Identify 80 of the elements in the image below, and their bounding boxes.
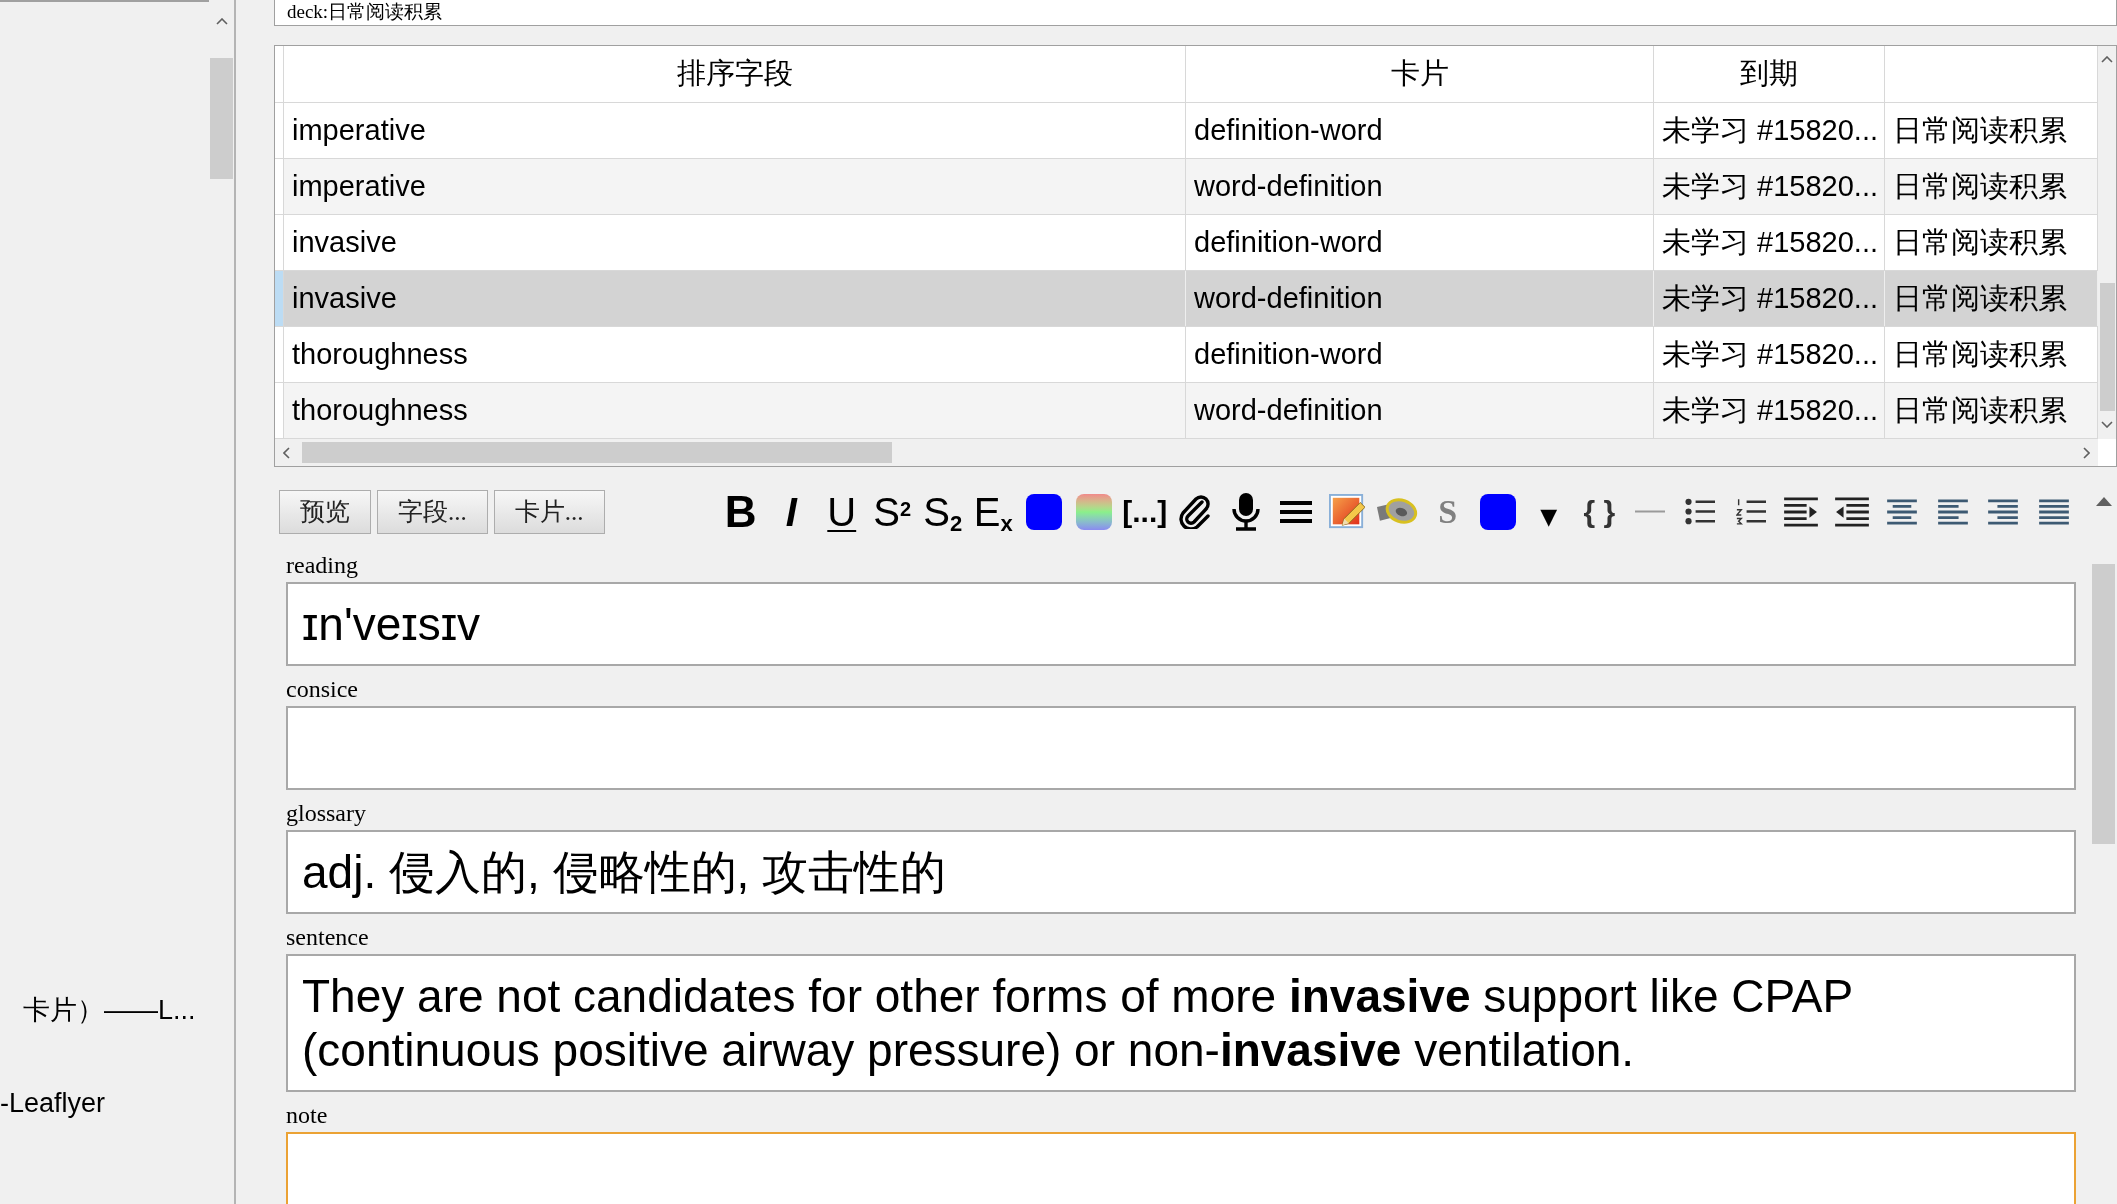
table-cell: word-definition	[1186, 383, 1654, 438]
table-cell: imperative	[284, 159, 1186, 214]
align-justify-icon[interactable]	[2038, 498, 2069, 525]
scrollbar[interactable]	[2098, 46, 2116, 439]
sidebar-item[interactable]: 卡片）——L...	[23, 992, 196, 1028]
format-button[interactable]: S$_{2}$	[922, 489, 964, 534]
table-cell: invasive	[284, 215, 1186, 270]
sidebar-item[interactable]: -Leaflyer	[0, 1085, 106, 1121]
chevron-down-icon[interactable]	[2101, 421, 2113, 428]
text-field[interactable]: adj. 侵入的, 侵略性的, 攻击性的	[286, 830, 2076, 914]
table-row[interactable]: invasive word-definition 未学习 #15820... 日常阅读积累	[275, 271, 2098, 327]
text-field[interactable]: They are not candidates for other forms of more invasive support like CPAP (continuous positive airway pressure) or non-invasive ventilation.	[286, 954, 2076, 1092]
cloze-button[interactable]: [...]	[1122, 493, 1168, 530]
column-header[interactable]: 卡片	[1186, 46, 1654, 102]
text-field[interactable]	[286, 1132, 2076, 1204]
triangle-up-icon[interactable]	[2095, 497, 2112, 506]
paperclip-icon[interactable]	[1178, 494, 1213, 529]
align-left-icon[interactable]	[1937, 498, 1968, 525]
italic-button[interactable]: I	[784, 489, 798, 534]
table-cell: imperative	[284, 103, 1186, 158]
field-label: reading	[286, 551, 358, 580]
image-pencil-icon[interactable]	[1328, 493, 1365, 530]
chevron-right-icon[interactable]	[2083, 446, 2090, 459]
bold-button[interactable]: B	[723, 489, 758, 534]
chevron-left-icon[interactable]	[283, 446, 290, 459]
chevron-up-icon[interactable]	[2101, 56, 2113, 63]
braces-button[interactable]: { }	[1583, 493, 1616, 530]
column-header[interactable]: 排序字段	[284, 46, 1186, 102]
scrollbar-thumb[interactable]	[2099, 283, 2115, 411]
toolbar-button[interactable]: 卡片...	[493, 489, 605, 534]
outdent-icon[interactable]	[1834, 496, 1869, 527]
align-center-icon[interactable]	[1887, 498, 1918, 525]
bullet-list-icon[interactable]	[1685, 498, 1716, 525]
column-header[interactable]: 到期	[1654, 46, 1885, 102]
table-cell: invasive	[284, 271, 1186, 326]
format-button[interactable]: S$^{2}$	[872, 489, 913, 534]
table-cell: 未学习 #15820...	[1654, 271, 1885, 326]
table-cell: word-definition	[1186, 271, 1654, 326]
table-cell: definition-word	[1186, 327, 1654, 382]
text-field[interactable]	[286, 706, 2076, 790]
field-label: sentence	[286, 923, 369, 952]
text-field[interactable]: ɪn'veɪsɪv	[286, 582, 2076, 666]
format-button[interactable]: E$_{x}$	[972, 489, 1014, 534]
microphone-icon[interactable]	[1231, 492, 1260, 531]
numbered-list-icon[interactable]	[1735, 498, 1766, 525]
table-cell: word-definition	[1186, 159, 1654, 214]
table-cell: definition-word	[1186, 215, 1654, 270]
table-cell: definition-word	[1186, 103, 1654, 158]
table-row[interactable]: imperative word-definition 未学习 #15820... 日常阅读积累	[275, 159, 2098, 215]
gradient-swatch-icon[interactable]	[1076, 493, 1113, 530]
table-row[interactable]: thoroughness definition-word 未学习 #15820... 日常阅读积累	[275, 327, 2098, 383]
toolbar-button[interactable]: 字段...	[377, 489, 488, 534]
color-swatch-icon[interactable]	[1025, 493, 1062, 530]
scrollbar-thumb[interactable]	[2092, 564, 2115, 844]
table-cell: 未学习 #15820...	[1654, 159, 1885, 214]
table-row[interactable]: imperative definition-word 未学习 #15820... 日常阅读积累	[275, 103, 2098, 159]
table-cell: 未学习 #15820...	[1654, 383, 1885, 438]
scrollbar[interactable]	[275, 439, 2098, 466]
table-cell: 未学习 #15820...	[1654, 215, 1885, 270]
field-label: consice	[286, 675, 358, 704]
table-cell: 未学习 #15820...	[1654, 103, 1885, 158]
search-field[interactable]: deck:日常阅读积累	[274, 0, 2117, 26]
table-cell: 未学习 #15820...	[1654, 327, 1885, 382]
table-cell: thoroughness	[284, 383, 1186, 438]
field-label: note	[286, 1101, 328, 1130]
table-row[interactable]: invasive definition-word 未学习 #15820... 日常阅读积累	[275, 215, 2098, 271]
toolbar-button[interactable]: 预览	[279, 489, 371, 534]
menu-icon[interactable]	[1280, 500, 1313, 523]
table-row[interactable]: thoroughness word-definition 未学习 #15820... 日常阅读积累	[275, 383, 2098, 439]
scrollbar-thumb[interactable]	[210, 58, 233, 179]
chevron-up-icon[interactable]	[215, 18, 228, 25]
scrollbar-thumb[interactable]	[302, 442, 892, 463]
indent-icon[interactable]	[1784, 496, 1819, 527]
field-label: glossary	[286, 799, 366, 828]
table-cell: thoroughness	[284, 327, 1186, 382]
speaker-icon[interactable]	[1376, 496, 1419, 527]
color-swatch-icon[interactable]	[1480, 493, 1517, 530]
underline-button[interactable]: U	[826, 489, 858, 534]
align-right-icon[interactable]	[1988, 498, 2019, 525]
dropdown-button[interactable]: ▼	[1540, 503, 1558, 530]
